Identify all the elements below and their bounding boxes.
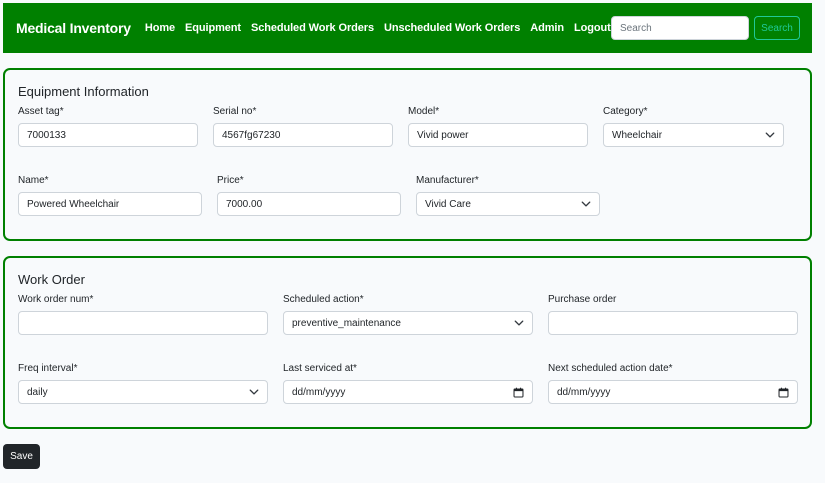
price-input[interactable]: 7000.00 [217,192,401,216]
scheduled-action-value: preventive_maintenance [292,317,401,329]
category-select[interactable]: Wheelchair [603,123,784,147]
work-order-num-label: Work order num* [18,294,94,305]
category-label: Category* [603,106,648,117]
freq-interval-label: Freq interval* [18,363,78,374]
price-field: Price* 7000.00 [217,174,401,218]
chevron-down-icon [765,132,775,138]
calendar-icon[interactable] [778,387,789,398]
next-scheduled-label: Next scheduled action date* [548,363,673,374]
last-serviced-label: Last serviced at* [283,363,357,374]
last-serviced-date-input[interactable]: dd/mm/yyyy [283,380,533,404]
model-field: Model* Vivid power [408,105,588,149]
name-label: Name* [18,175,49,186]
price-value: 7000.00 [226,198,263,210]
manufacturer-label: Manufacturer* [416,175,479,186]
last-serviced-field: Last serviced at* dd/mm/yyyy [283,362,533,406]
category-field: Category* Wheelchair [603,105,784,149]
nav-links: Home Equipment Scheduled Work Orders Uns… [145,22,621,34]
search-button[interactable]: Search [754,16,800,40]
price-label: Price* [217,175,244,186]
name-input[interactable]: Powered Wheelchair [18,192,202,216]
serial-no-label: Serial no* [213,106,257,117]
brand-logo[interactable]: Medical Inventory [16,20,131,36]
freq-interval-select[interactable]: daily [18,380,268,404]
category-value: Wheelchair [612,129,663,141]
scheduled-action-label: Scheduled action* [283,294,364,305]
equipment-title: Equipment Information [18,84,149,99]
purchase-order-field: Purchase order [548,293,798,337]
asset-tag-input[interactable]: 7000133 [18,123,198,147]
work-order-num-input[interactable] [18,311,268,335]
asset-tag-field: Asset tag* 7000133 [18,105,198,149]
next-scheduled-field: Next scheduled action date* dd/mm/yyyy [548,362,798,406]
name-value: Powered Wheelchair [27,198,120,210]
chevron-down-icon [581,201,591,207]
manufacturer-select[interactable]: Vivid Care [416,192,600,216]
scheduled-action-field: Scheduled action* preventive_maintenance [283,293,533,337]
model-input[interactable]: Vivid power [408,123,588,147]
work-order-title: Work Order [18,272,85,287]
nav-unscheduled-work-orders[interactable]: Unscheduled Work Orders [384,22,520,34]
next-scheduled-value: dd/mm/yyyy [557,386,611,398]
asset-tag-value: 7000133 [27,129,66,141]
freq-interval-field: Freq interval* daily [18,362,268,406]
nav-scheduled-work-orders[interactable]: Scheduled Work Orders [251,22,374,34]
model-label: Model* [408,106,440,117]
nav-logout[interactable]: Logout [574,22,611,34]
serial-no-input[interactable]: 4567fg67230 [213,123,393,147]
equipment-card: Equipment Information Asset tag* 7000133… [3,68,812,241]
chevron-down-icon [249,389,259,395]
nav-home[interactable]: Home [145,22,175,34]
save-button[interactable]: Save [3,444,40,469]
manufacturer-field: Manufacturer* Vivid Care [416,174,600,218]
navbar: Medical Inventory Home Equipment Schedul… [3,3,812,53]
asset-tag-label: Asset tag* [18,106,64,117]
work-order-num-field: Work order num* [18,293,268,337]
scheduled-action-select[interactable]: preventive_maintenance [283,311,533,335]
calendar-icon[interactable] [513,387,524,398]
search-input[interactable] [611,16,749,40]
nav-equipment[interactable]: Equipment [185,22,241,34]
manufacturer-value: Vivid Care [425,198,471,210]
next-scheduled-date-input[interactable]: dd/mm/yyyy [548,380,798,404]
freq-interval-value: daily [27,386,48,398]
purchase-order-input[interactable] [548,311,798,335]
chevron-down-icon [514,320,524,326]
serial-no-value: 4567fg67230 [222,129,281,141]
work-order-card: Work Order Work order num* Scheduled act… [3,256,812,429]
serial-no-field: Serial no* 4567fg67230 [213,105,393,149]
purchase-order-label: Purchase order [548,294,617,305]
model-value: Vivid power [417,129,469,141]
last-serviced-value: dd/mm/yyyy [292,386,346,398]
name-field: Name* Powered Wheelchair [18,174,202,218]
nav-admin[interactable]: Admin [530,22,564,34]
